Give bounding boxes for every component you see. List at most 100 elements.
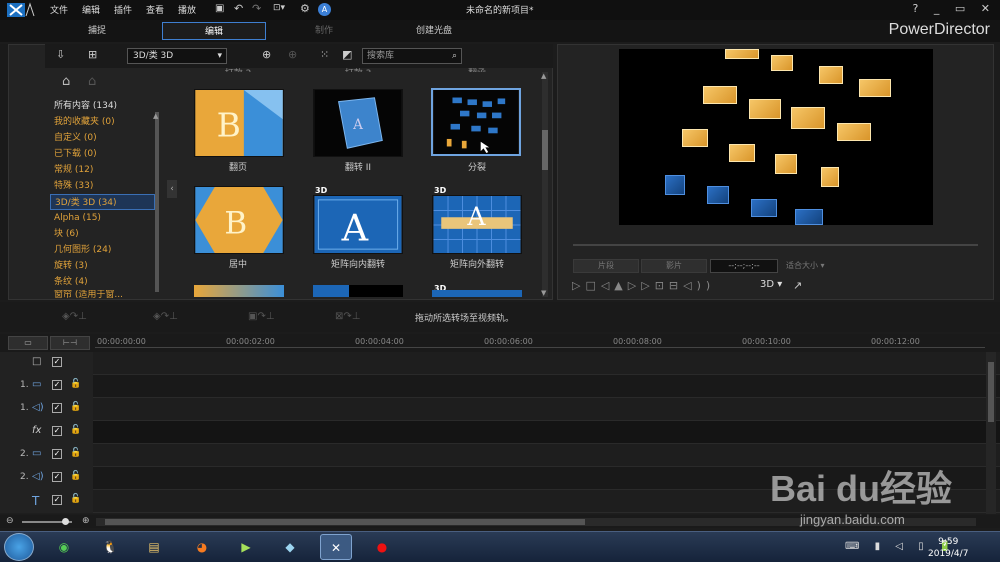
timecode-display[interactable]: --;--;--;-- [710,259,778,273]
undock-preview-icon[interactable]: ↗ [793,279,802,292]
category-item[interactable]: 已下载 (0) [50,146,155,162]
movie-mode-button[interactable]: 影片 [641,259,707,273]
preview-screen[interactable] [619,49,933,225]
category-item[interactable]: 自定义 (0) [50,130,155,146]
record-icon[interactable]: ● [366,534,398,560]
lock-icon[interactable]: 🔓 [70,448,81,458]
video-app-icon[interactable]: ▶ [230,534,262,560]
tab-edit[interactable]: 编辑 [162,22,266,40]
category-item[interactable]: 块 (6) [50,226,155,242]
file-explorer-icon[interactable]: ▤ [138,534,170,560]
zoom-out-icon[interactable]: ⊖ [6,516,14,526]
tab-capture[interactable]: 捕捉 [45,22,149,40]
menu-view[interactable]: 查看 [146,3,164,16]
tab-create-disc[interactable]: 创建光盘 [382,22,486,40]
transition-thumb-flip-2[interactable]: A [313,89,403,157]
transition-thumb-partial[interactable] [194,285,284,297]
collapse-categories-icon[interactable]: ‹ [167,180,177,198]
browser-360-icon[interactable]: ◉ [48,534,80,560]
category-dropdown[interactable]: 3D/类 3D ▾ [127,48,227,64]
system-clock[interactable]: 9:59 2019/4/7 [928,536,968,560]
settings-icon[interactable]: ⚙ [300,2,310,15]
preview-seek-bar[interactable] [573,244,978,246]
lock-icon[interactable]: 🔓 [70,425,81,435]
tool-icon[interactable]: ◈↷⊥ [153,311,178,322]
plugin-icon[interactable]: ⊞ [88,48,97,61]
category-item[interactable]: 条纹 (4) [50,274,155,290]
track-row[interactable]: 1. ▭ ✓ 🔓 [0,375,1000,398]
category-scrollbar[interactable] [155,112,159,292]
clip-mode-button[interactable]: 片段 [573,259,639,273]
menu-edit[interactable]: 编辑 [82,3,100,16]
track-row[interactable]: fx ✓ 🔓 [0,421,1000,444]
3d-mode-dropdown[interactable]: 3D ▾ [760,279,782,290]
track-row[interactable]: □ ✓ [0,352,1000,375]
scroll-up-icon[interactable]: ▲ [153,112,158,120]
aspect-ratio-icon[interactable]: ⊡▾ [273,3,285,13]
library-scrollbar[interactable] [542,72,548,297]
lock-icon[interactable]: 🔓 [70,379,81,389]
thumbnail-size-icon[interactable]: ◩ [342,48,352,61]
add-to-timeline-icon[interactable]: ⊕ [262,48,271,61]
library-search-input[interactable]: 搜索库 ⌕ [362,48,462,64]
remove-tag-icon[interactable]: ⌂ [88,74,96,89]
zoom-slider-knob[interactable] [62,518,69,525]
transition-thumb-page-turn[interactable]: B [194,89,284,157]
track-enable-checkbox[interactable]: ✓ [52,449,62,459]
track-enable-checkbox[interactable]: ✓ [52,495,62,505]
storyboard-view-button[interactable]: ⊢⊣ [50,336,90,350]
tab-produce[interactable]: 制作 [272,22,376,40]
save-icon[interactable]: ▣ [215,3,224,14]
track-enable-checkbox[interactable]: ✓ [52,357,62,367]
import-icon[interactable]: ⇩ [56,48,65,61]
transition-thumb-split-selected[interactable] [431,88,521,156]
category-item[interactable]: 窗帘 (适用于窗... [50,290,155,300]
timeline-horizontal-thumb[interactable] [105,519,585,525]
firefox-icon[interactable]: ◕ [186,534,218,560]
category-item[interactable]: Alpha (15) [50,210,155,226]
transition-thumb-partial[interactable] [432,290,522,297]
library-scrollbar-thumb[interactable] [542,130,548,170]
start-button[interactable] [4,533,34,561]
qq-icon[interactable]: 🐧 [94,534,126,560]
add-favorite-icon[interactable]: ⊕ [288,48,297,61]
menu-playback[interactable]: 播放 [178,3,196,16]
category-item-selected[interactable]: 3D/类 3D (34) [50,194,155,210]
powerdirector-taskbar-icon[interactable]: ✕ [320,534,352,560]
track-enable-checkbox[interactable]: ✓ [52,426,62,436]
add-tag-icon[interactable]: ⌂ [62,74,70,89]
lock-icon[interactable]: 🔓 [70,402,81,412]
playback-controls[interactable]: ▷□◁▲▷▷⊡⊟◁)) [572,279,715,292]
grid-view-icon[interactable]: ⁙ [320,48,329,61]
menu-file[interactable]: 文件 [50,3,68,16]
lock-icon[interactable]: 🔓 [70,471,81,481]
timeline-view-button[interactable]: ▭ [8,336,48,350]
track-enable-checkbox[interactable]: ✓ [52,380,62,390]
timeline-ruler[interactable] [95,347,985,351]
window-controls[interactable]: ? _ ▭ ✕ [913,2,996,15]
redo-icon[interactable]: ↷ [252,2,261,15]
category-item[interactable]: 常规 (12) [50,162,155,178]
menu-plugins[interactable]: 插件 [114,3,132,16]
transition-thumb-matrix-in[interactable]: A [313,195,403,254]
tool-icon[interactable]: ⊠↷⊥ [335,311,360,322]
lock-icon[interactable]: 🔓 [70,494,81,504]
fit-size-dropdown[interactable]: 适合大小 ▾ [786,259,840,273]
category-item[interactable]: 我的收藏夹 (0) [50,114,155,130]
transition-thumb-partial[interactable] [313,285,403,297]
category-item[interactable]: 所有内容 (134) [50,98,155,114]
app-icon[interactable]: ◆ [274,534,306,560]
track-row[interactable]: 1. ◁) ✓ 🔓 [0,398,1000,421]
scroll-up-icon[interactable]: ▲ [541,72,546,80]
track-enable-checkbox[interactable]: ✓ [52,472,62,482]
upgrade-icon[interactable]: A [318,3,331,16]
tool-icon[interactable]: ▣↷⊥ [248,311,275,322]
track-enable-checkbox[interactable]: ✓ [52,403,62,413]
transition-thumb-matrix-out[interactable]: A [432,195,522,254]
category-item[interactable]: 特殊 (33) [50,178,155,194]
zoom-in-icon[interactable]: ⊕ [82,516,90,526]
undo-icon[interactable]: ↶ [234,2,243,15]
category-item[interactable]: 旋转 (3) [50,258,155,274]
timeline-vertical-thumb[interactable] [988,362,994,422]
category-item[interactable]: 几何图形 (24) [50,242,155,258]
